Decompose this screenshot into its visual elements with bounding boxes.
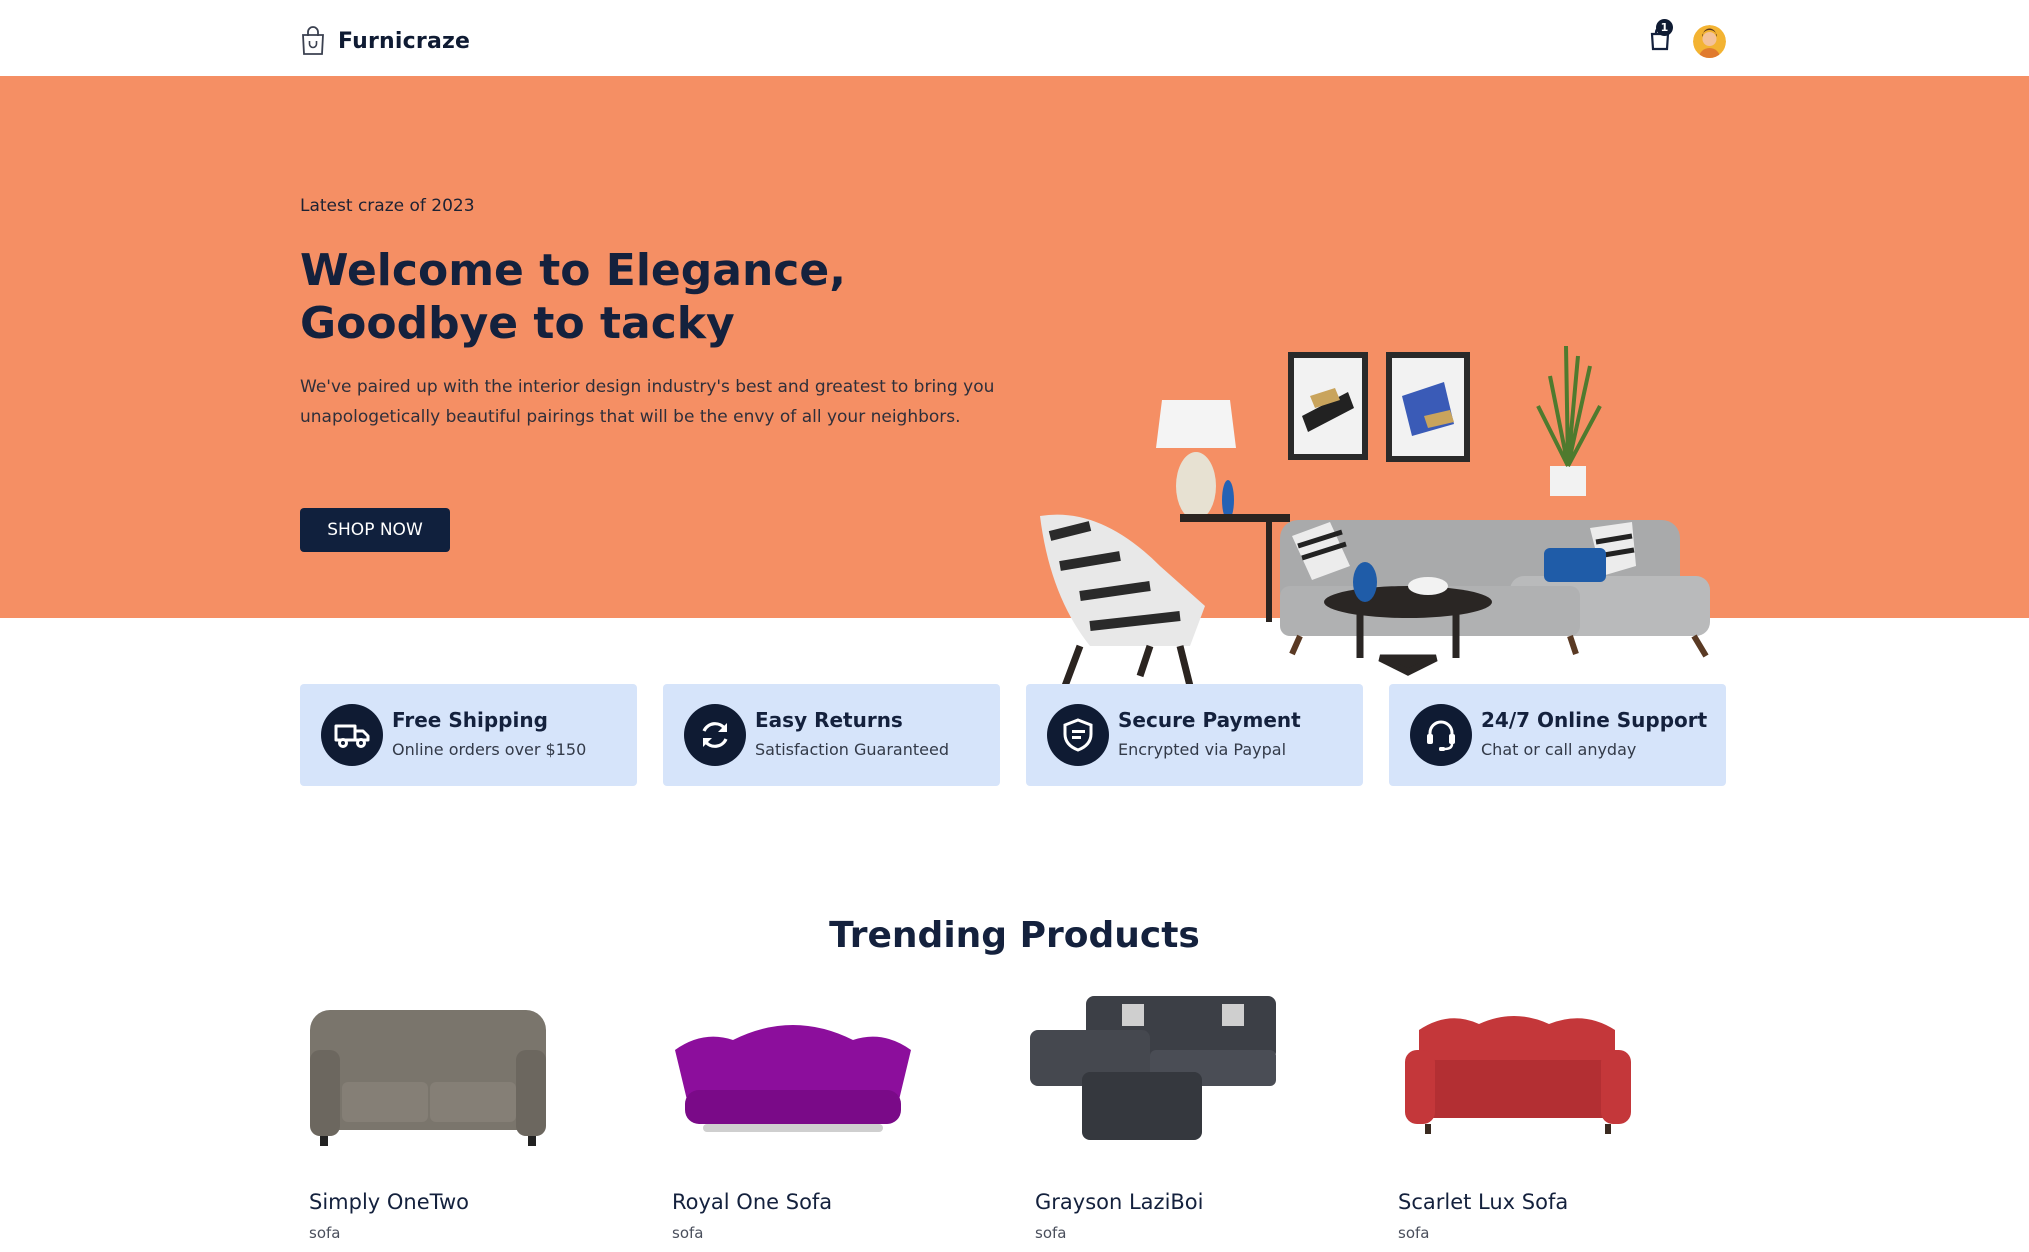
- shop-now-button[interactable]: SHOP NOW: [300, 508, 450, 552]
- user-avatar[interactable]: [1693, 25, 1726, 58]
- feature-card-payment: Secure Payment Encrypted via Paypal: [1026, 684, 1363, 786]
- shield-icon: [1047, 704, 1109, 766]
- product-name[interactable]: Royal One Sofa: [672, 1190, 832, 1214]
- product-name[interactable]: Simply OneTwo: [309, 1190, 469, 1214]
- product-image: [1030, 996, 1276, 1140]
- headline-line-1: Welcome to Elegance,: [300, 245, 846, 296]
- product-name[interactable]: Grayson LaziBoi: [1035, 1190, 1204, 1214]
- armchair: [1040, 514, 1205, 686]
- hero-eyebrow: Latest craze of 2023: [300, 196, 475, 216]
- product-name[interactable]: Scarlet Lux Sofa: [1398, 1190, 1568, 1214]
- feature-card-shipping: Free Shipping Online orders over $150: [300, 684, 637, 786]
- hero-banner: Latest craze of 2023 Welcome to Elegance…: [0, 76, 2029, 686]
- product-card[interactable]: Scarlet Lux Sofa sofa: [1389, 990, 1689, 1252]
- headset-icon: [1410, 704, 1472, 766]
- feature-title: Free Shipping: [392, 708, 548, 732]
- feature-subtitle: Chat or call anyday: [1481, 740, 1637, 759]
- feature-title: 24/7 Online Support: [1481, 708, 1708, 732]
- feature-subtitle: Encrypted via Paypal: [1118, 740, 1287, 759]
- product-image: [675, 1025, 911, 1132]
- shopping-bag-icon: [302, 26, 324, 55]
- product-category: sofa: [672, 1224, 704, 1242]
- product-category: sofa: [1398, 1224, 1430, 1242]
- top-navbar: Furnicraze 1: [0, 0, 2029, 76]
- refresh-icon: [684, 704, 746, 766]
- feature-title: Secure Payment: [1118, 708, 1301, 732]
- cart-count-badge: 1: [1656, 19, 1673, 36]
- living-room-image: [1040, 345, 1710, 686]
- product-category: sofa: [1035, 1224, 1067, 1242]
- feature-subtitle: Online orders over $150: [392, 740, 587, 759]
- table-lamp: [1156, 400, 1236, 520]
- product-image: [310, 1010, 546, 1146]
- feature-card-support: 24/7 Online Support Chat or call anyday: [1389, 684, 1726, 786]
- hero-headline: Welcome to Elegance, Goodbye to tacky: [300, 244, 1000, 350]
- brand-logo-link[interactable]: Furnicraze: [300, 26, 470, 56]
- product-card[interactable]: Grayson LaziBoi sofa: [1026, 990, 1326, 1252]
- headline-line-2: Goodbye to tacky: [300, 298, 735, 349]
- wall-art-left: [1288, 352, 1368, 460]
- product-card[interactable]: Simply OneTwo sofa: [300, 990, 600, 1252]
- brand-name: Furnicraze: [338, 28, 471, 54]
- trending-products-heading: Trending Products: [829, 915, 1200, 956]
- feature-subtitle: Satisfaction Guaranteed: [755, 740, 949, 759]
- potted-plant: [1536, 345, 1602, 496]
- feature-title: Easy Returns: [755, 708, 903, 732]
- sectional-sofa: [1280, 520, 1710, 658]
- product-card[interactable]: Royal One Sofa sofa: [663, 990, 963, 1252]
- truck-icon: [321, 704, 383, 766]
- feature-card-returns: Easy Returns Satisfaction Guaranteed: [663, 684, 1000, 786]
- product-category: sofa: [309, 1224, 341, 1242]
- product-image: [1405, 1016, 1631, 1134]
- hero-description: We've paired up with the interior design…: [300, 377, 995, 427]
- wall-art-right: [1386, 352, 1470, 462]
